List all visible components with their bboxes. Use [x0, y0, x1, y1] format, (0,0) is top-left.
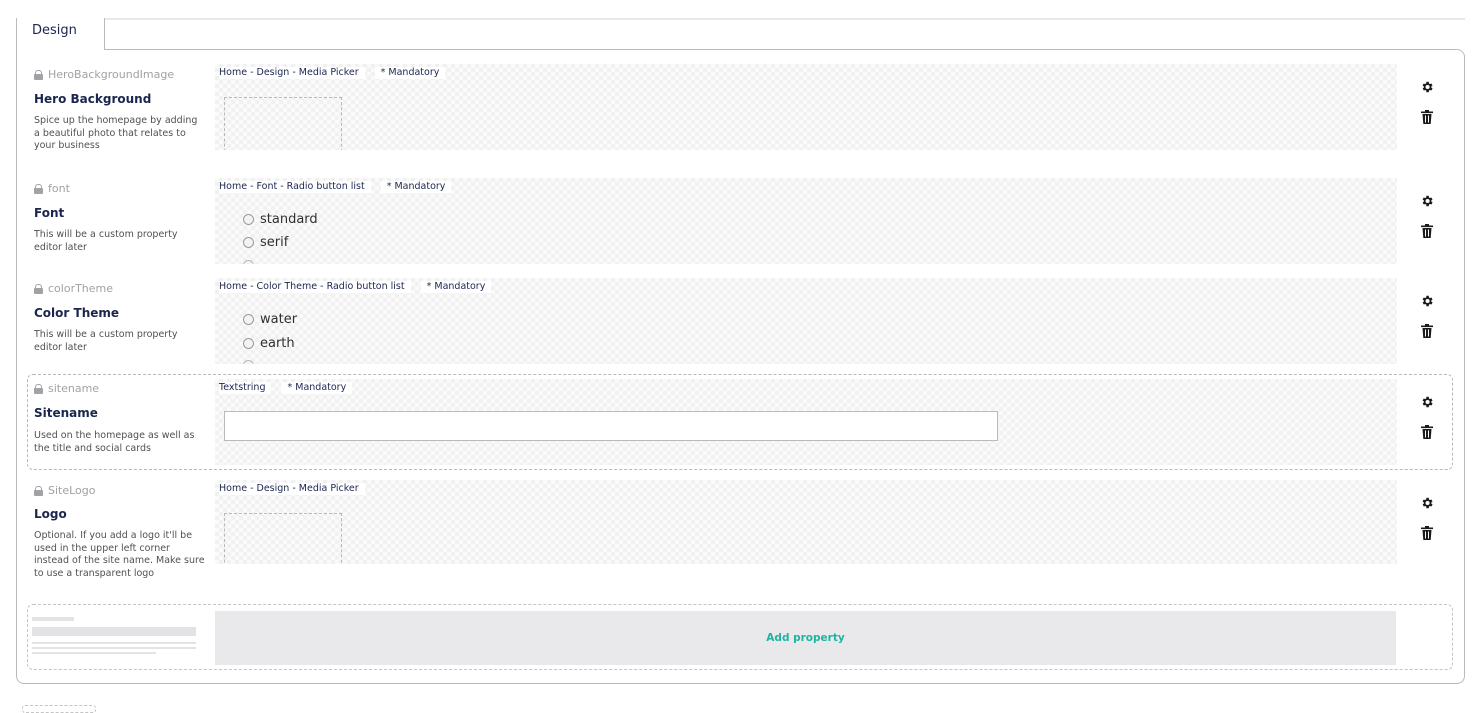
property-hero-background: HeroBackgroundImage Hero Background Spic…	[17, 62, 1447, 162]
skeleton-line	[32, 652, 156, 654]
editor-type-tag: Textstring	[219, 382, 272, 394]
radio-label: earth	[260, 336, 295, 351]
tabs-bar-rule	[16, 18, 1465, 20]
property-editor-preview[interactable]: Home - Color Theme - Radio button list *…	[215, 278, 1397, 364]
gear-icon[interactable]	[1420, 395, 1434, 409]
editor-type-tag: Home - Color Theme - Radio button list	[219, 281, 411, 293]
alias-text: colorTheme	[48, 282, 114, 295]
editor-label: Home - Design - Media Picker	[219, 483, 365, 495]
property-name[interactable]: Logo	[34, 507, 67, 521]
radio-label: standard	[260, 212, 318, 227]
radio-label: serif	[260, 235, 289, 250]
gear-icon[interactable]	[1420, 80, 1434, 94]
radio-button[interactable]	[243, 237, 254, 248]
mandatory-tag: * Mandatory	[281, 382, 353, 394]
editor-type-tag: Home - Font - Radio button list	[219, 181, 371, 193]
property-description: Optional. If you add a logo it'll be use…	[34, 530, 205, 579]
radio-option-clipped	[243, 360, 254, 364]
property-alias: colorTheme	[34, 282, 113, 295]
property-alias: sitename	[34, 382, 99, 395]
add-property-row: Add property	[27, 604, 1453, 670]
editor-type-tag: Home - Design - Media Picker	[219, 67, 365, 79]
trash-icon[interactable]	[1421, 526, 1433, 540]
editor-label: Textstring * Mandatory	[219, 382, 353, 394]
lock-icon[interactable]	[34, 183, 43, 194]
editor-label: Home - Color Theme - Radio button list *…	[219, 281, 492, 293]
mandatory-tag: * Mandatory	[380, 181, 452, 193]
property-color-theme: colorTheme Color Theme This will be a cu…	[17, 276, 1447, 366]
sitename-input[interactable]	[224, 411, 998, 441]
property-alias: HeroBackgroundImage	[34, 68, 174, 81]
property-editor-preview[interactable]: Textstring * Mandatory	[215, 379, 1397, 465]
trash-icon[interactable]	[1421, 425, 1433, 439]
radio-button[interactable]	[243, 314, 254, 325]
mandatory-tag: * Mandatory	[420, 281, 492, 293]
lock-icon[interactable]	[34, 485, 43, 496]
skeleton-line	[32, 642, 196, 644]
radio-option-water[interactable]: water	[243, 312, 297, 327]
property-editor-preview[interactable]: Home - Design - Media Picker * Mandatory	[215, 64, 1397, 150]
alias-text: sitename	[48, 382, 100, 395]
gear-icon[interactable]	[1420, 294, 1434, 308]
radio-button[interactable]	[243, 338, 254, 349]
gear-icon[interactable]	[1420, 496, 1434, 510]
property-description: Spice up the homepage by adding a beauti…	[34, 115, 198, 151]
alias-text: HeroBackgroundImage	[48, 68, 175, 81]
lock-icon[interactable]	[34, 383, 43, 394]
add-property-button[interactable]: Add property	[215, 611, 1396, 665]
radio-option-clipped	[243, 260, 254, 264]
editor-label: Home - Font - Radio button list * Mandat…	[219, 181, 452, 193]
skeleton-line	[32, 617, 74, 621]
skeleton-line	[32, 647, 196, 649]
lock-icon[interactable]	[34, 283, 43, 294]
property-description: This will be a custom property editor la…	[34, 229, 178, 253]
editor-label: Home - Design - Media Picker * Mandatory	[219, 67, 446, 79]
property-font: font Font This will be a custom property…	[17, 176, 1447, 266]
property-editor-preview[interactable]: Home - Design - Media Picker	[215, 480, 1397, 564]
property-editor-preview[interactable]: Home - Font - Radio button list * Mandat…	[215, 178, 1397, 264]
alias-text: font	[48, 182, 70, 195]
radio-option-standard[interactable]: standard	[243, 212, 318, 227]
skeleton-block	[32, 627, 196, 636]
property-name[interactable]: Font	[34, 206, 64, 220]
property-name[interactable]: Hero Background	[34, 92, 151, 106]
trash-icon[interactable]	[1421, 324, 1433, 338]
property-name[interactable]: Sitename	[34, 406, 98, 420]
editor-type-tag: Home - Design - Media Picker	[219, 483, 365, 495]
trash-icon[interactable]	[1421, 224, 1433, 238]
property-alias: SiteLogo	[34, 484, 96, 497]
radio-label: water	[260, 312, 298, 327]
property-sitename[interactable]: sitename Sitename Used on the homepage a…	[27, 374, 1453, 470]
property-description: This will be a custom property editor la…	[34, 329, 178, 353]
property-alias: font	[34, 182, 70, 195]
property-logo: SiteLogo Logo Optional. If you add a log…	[17, 478, 1447, 596]
radio-option-earth[interactable]: earth	[243, 336, 295, 351]
tab-design[interactable]: Design	[16, 18, 105, 50]
lock-icon[interactable]	[34, 69, 43, 80]
alias-text: SiteLogo	[48, 484, 96, 497]
radio-option-serif[interactable]: serif	[243, 235, 288, 250]
mandatory-tag: * Mandatory	[374, 67, 446, 79]
add-property-label: Add property	[766, 632, 845, 644]
add-group-placeholder[interactable]	[22, 705, 96, 713]
radio-button[interactable]	[243, 214, 254, 225]
property-name[interactable]: Color Theme	[34, 306, 119, 320]
gear-icon[interactable]	[1420, 194, 1434, 208]
trash-icon[interactable]	[1421, 110, 1433, 124]
media-picker-placeholder	[224, 97, 342, 150]
property-description: Used on the homepage as well as the titl…	[34, 430, 195, 454]
media-picker-placeholder	[224, 513, 342, 564]
